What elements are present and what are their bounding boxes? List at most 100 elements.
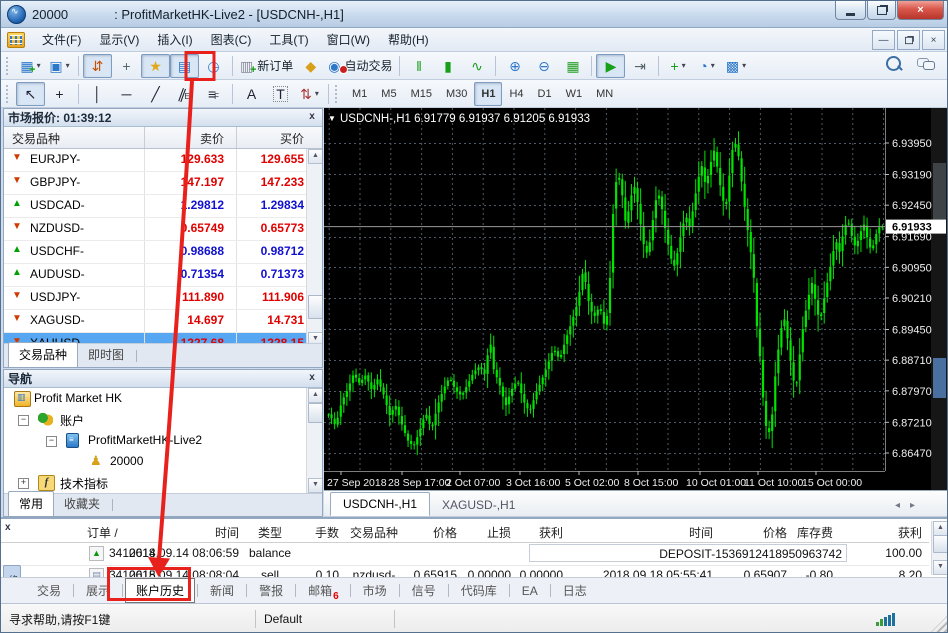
indicators-button[interactable]: +▾ xyxy=(663,54,692,78)
navigator-button[interactable]: ★ xyxy=(141,54,170,78)
terminal-tab-inactive[interactable]: 警报 xyxy=(249,579,293,602)
zoom-in-button[interactable]: ⊕ xyxy=(500,54,529,78)
new-chart-button[interactable]: ▦+▾ xyxy=(16,54,45,78)
new-order-button[interactable]: ▥+新订单 xyxy=(237,54,296,78)
label-tool-button[interactable]: T xyxy=(266,82,295,106)
navigator-scrollbar[interactable]: ▲▼ xyxy=(306,388,322,493)
mdi-restore-button[interactable] xyxy=(897,30,920,50)
expand-icon[interactable]: + xyxy=(18,478,29,489)
text-tool-button[interactable]: A xyxy=(237,82,266,106)
timeframe-w1-button[interactable]: W1 xyxy=(559,82,590,106)
menu-item[interactable]: 工具(T) xyxy=(260,30,317,50)
terminal-tab-inactive[interactable]: 展示 xyxy=(76,579,120,602)
scrollbar-thumb[interactable] xyxy=(308,295,322,319)
shapes-tool-button[interactable]: ⇅▾ xyxy=(295,82,324,106)
candle-mode-button[interactable]: ▮ xyxy=(433,54,462,78)
zoom-out-button[interactable]: ⊖ xyxy=(529,54,558,78)
navigator-item[interactable]: −ProfitMarketHK-Live2 xyxy=(4,430,322,451)
market-watch-row[interactable]: ▲AUDUSD-0.713540.71373 xyxy=(4,264,322,287)
status-profile[interactable]: Default xyxy=(256,612,394,626)
autotrading-button[interactable]: ◉自动交易 xyxy=(325,54,395,78)
terminal-tab-inactive[interactable]: 邮箱6 xyxy=(298,579,348,602)
market-watch-row[interactable]: ▼USDJPY-111.890111.906 xyxy=(4,287,322,310)
market-watch-tab-active[interactable]: 交易品种 xyxy=(8,342,78,367)
navigator-item[interactable]: −账户 xyxy=(4,409,322,430)
timeframe-m1-button[interactable]: M1 xyxy=(345,82,374,106)
market-watch-row[interactable]: ▼XAGUSD-14.69714.731 xyxy=(4,310,322,333)
close-button[interactable]: × xyxy=(897,1,944,20)
line-mode-button[interactable]: ∿ xyxy=(462,54,491,78)
channel-tool-button[interactable]: ∥E xyxy=(170,82,199,106)
fibonacci-tool-button[interactable]: ≡F xyxy=(199,82,228,106)
scrollbar-thumb[interactable] xyxy=(308,403,322,423)
bar-mode-button[interactable]: ‖ xyxy=(404,54,433,78)
timeframe-d1-button[interactable]: D1 xyxy=(531,82,559,106)
chart-tab-scroll-arrows[interactable]: ◂▸ xyxy=(895,500,925,511)
vline-tool-button[interactable]: │ xyxy=(83,82,112,106)
scroll-up-icon[interactable]: ▲ xyxy=(933,521,948,536)
menu-item[interactable]: 插入(I) xyxy=(148,30,201,50)
strategy-tester-button[interactable]: ◷ xyxy=(199,54,228,78)
chat-icon[interactable] xyxy=(917,58,933,69)
menu-item[interactable]: 文件(F) xyxy=(33,30,90,50)
terminal-row[interactable]: ▤34106152018.09.14 08:08:04sell0.10nzdus… xyxy=(1,565,929,577)
scroll-up-icon[interactable]: ▲ xyxy=(308,388,322,403)
terminal-row[interactable]: ▲34106142018.09.14 08:06:59balance100.00… xyxy=(1,543,929,566)
market-watch-row[interactable]: ▲USDCAD-1.298121.29834 xyxy=(4,195,322,218)
navigator-item[interactable]: ♟20000 xyxy=(4,451,322,472)
timeframe-mn-button[interactable]: MN xyxy=(589,82,620,106)
minimize-button[interactable] xyxy=(835,1,866,20)
restore-button[interactable] xyxy=(867,1,896,20)
templates-button[interactable]: ▩▾ xyxy=(721,54,750,78)
price-chart[interactable]: 6.939506.931906.924506.916906.909506.902… xyxy=(324,108,948,490)
timeframe-h1-button[interactable]: H1 xyxy=(474,82,502,106)
toolbar-grip[interactable] xyxy=(6,57,12,75)
toolbar-grip[interactable] xyxy=(6,85,12,103)
terminal-tab-inactive[interactable]: 代码库 xyxy=(451,579,507,602)
chart-shift-button[interactable]: ⇥ xyxy=(625,54,654,78)
data-window-button[interactable]: + xyxy=(112,54,141,78)
metaeditor-button[interactable]: ◆ xyxy=(296,54,325,78)
terminal-tab-inactive[interactable]: 新闻 xyxy=(200,579,244,602)
terminal-tab-inactive[interactable]: 信号 xyxy=(402,579,446,602)
chart-tab-active[interactable]: USDCNH-,H1 xyxy=(330,492,430,516)
collapse-icon[interactable]: − xyxy=(46,436,57,447)
scrollbar-thumb[interactable] xyxy=(933,535,948,553)
periods-button[interactable]: ◔▾ xyxy=(692,54,721,78)
market-watch-row[interactable]: ▲USDCHF-0.986880.98712 xyxy=(4,241,322,264)
scroll-up-icon[interactable]: ▲ xyxy=(308,149,322,164)
crosshair-tool-button[interactable]: + xyxy=(45,82,74,106)
terminal-tab-inactive[interactable]: 日志 xyxy=(553,579,597,602)
terminal-tab-inactive[interactable]: EA xyxy=(512,581,548,601)
menu-item[interactable]: 帮助(H) xyxy=(379,30,438,50)
terminal-tab-inactive[interactable]: 交易 xyxy=(27,579,71,602)
market-watch-scrollbar[interactable]: ▲▼ xyxy=(306,149,322,347)
menu-item[interactable]: 显示(V) xyxy=(90,30,148,50)
chart-system-menu-icon[interactable] xyxy=(7,32,25,48)
terminal-tab-active[interactable]: 账户历史 xyxy=(125,578,195,603)
timeframe-h4-button[interactable]: H4 xyxy=(502,82,530,106)
scroll-down-icon[interactable]: ▼ xyxy=(933,560,948,575)
market-watch-row[interactable]: ▼NZDUSD-0.657490.65773 xyxy=(4,218,322,241)
resize-grip[interactable] xyxy=(931,616,947,632)
mdi-minimize-button[interactable]: — xyxy=(872,30,895,50)
toolbar-grip[interactable] xyxy=(335,85,341,103)
menu-item[interactable]: 图表(C) xyxy=(202,30,261,50)
collapse-icon[interactable]: − xyxy=(18,415,29,426)
navigator-item[interactable]: Profit Market HK xyxy=(4,388,322,409)
terminal-tab-inactive[interactable]: 市场 xyxy=(353,579,397,602)
profiles-button[interactable]: ▣▾ xyxy=(45,54,74,78)
menu-item[interactable]: 窗口(W) xyxy=(318,30,379,50)
navigator-tab-inactive[interactable]: 收藏夹 xyxy=(54,492,110,516)
navigator-item[interactable]: +f技术指标 xyxy=(4,472,322,493)
market-watch-close-icon[interactable]: x xyxy=(306,112,318,124)
market-watch-tab-inactive[interactable]: 即时图 xyxy=(78,343,134,367)
timeframe-m5-button[interactable]: M5 xyxy=(374,82,403,106)
auto-scroll-button[interactable]: ▶ xyxy=(596,54,625,78)
market-watch-button[interactable]: ⇵ xyxy=(83,54,112,78)
timeframe-m15-button[interactable]: M15 xyxy=(404,82,439,106)
market-watch-row[interactable]: ▼EURJPY-129.633129.655 xyxy=(4,149,322,172)
timeframe-m30-button[interactable]: M30 xyxy=(439,82,474,106)
mdi-close-button[interactable]: × xyxy=(922,30,945,50)
chart-tab-inactive[interactable]: XAGUSD-,H1 xyxy=(430,494,527,516)
